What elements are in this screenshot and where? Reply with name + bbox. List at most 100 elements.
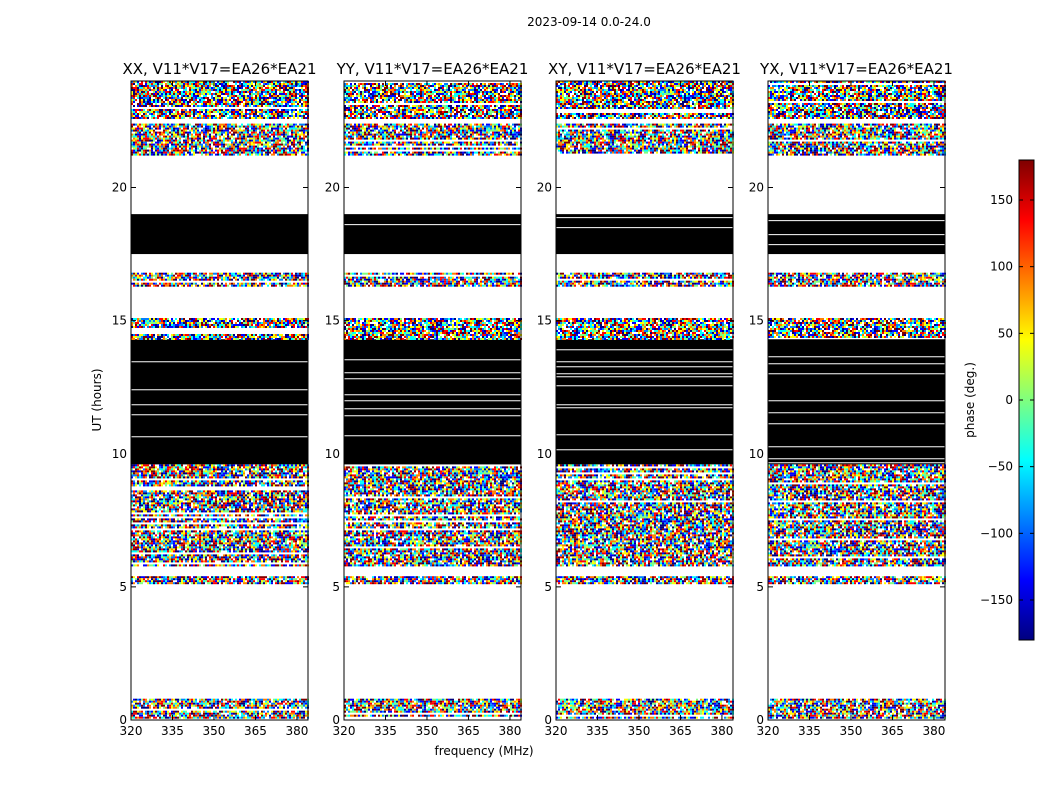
gap-line: [768, 356, 945, 358]
y-tick-label: 5: [119, 580, 127, 594]
gap-line: [768, 363, 945, 365]
gap-line: [131, 414, 308, 416]
gap-line: [344, 224, 521, 226]
y-tick-label: 0: [544, 713, 552, 727]
y-tick-label: 20: [325, 181, 340, 195]
y-tick-label: 15: [537, 314, 552, 328]
x-tick-label: 350: [840, 724, 863, 738]
scatter-band: [768, 698, 946, 719]
y-axis-label: UT (hours): [90, 368, 104, 431]
gap-line: [344, 435, 521, 437]
black-band: [556, 339, 733, 465]
gap-line: [556, 449, 733, 451]
gap-line: [131, 361, 308, 363]
x-tick-label: 335: [374, 724, 397, 738]
gap-line: [556, 376, 733, 378]
y-tick-label: 10: [325, 447, 340, 461]
black-band: [768, 339, 945, 465]
x-tick-label: 380: [922, 724, 945, 738]
gap-line: [768, 234, 945, 236]
gap-line: [344, 378, 521, 380]
gap-line: [556, 407, 733, 409]
x-tick-label: 365: [244, 724, 267, 738]
x-tick-label: 380: [710, 724, 733, 738]
colorbar-tick-label: −150: [980, 593, 1013, 607]
scatter-band: [344, 318, 522, 340]
y-tick-label: 5: [756, 580, 764, 594]
y-tick-label: 0: [332, 713, 340, 727]
gap-line: [131, 404, 308, 406]
gap-line: [131, 389, 308, 391]
x-tick-label: 350: [416, 724, 439, 738]
y-tick-label: 5: [332, 580, 340, 594]
gap-line: [768, 244, 945, 246]
gap-line: [556, 217, 733, 219]
colorbar: 150 100 50 0 −50 −100 −150: [980, 159, 1035, 641]
black-band: [131, 214, 308, 255]
colorbar-tick-label: −50: [988, 460, 1013, 474]
gap-line: [768, 462, 945, 464]
gap-line: [556, 373, 733, 375]
panel-2: XY, V11*V17=EA26*EA21320 335 350 365 3800510…: [537, 60, 741, 738]
panel-title: YX, V11*V17=EA26*EA21: [759, 60, 953, 78]
gap-line: [768, 412, 945, 414]
gap-line: [768, 458, 945, 460]
gap-line: [344, 372, 521, 374]
gap-line: [768, 423, 945, 425]
figure-suptitle: 2023-09-14 0.0-24.0: [527, 15, 651, 29]
y-tick-label: 0: [756, 713, 764, 727]
black-band: [768, 214, 945, 255]
x-tick-label: 350: [203, 724, 226, 738]
gap-line: [768, 220, 945, 222]
colorbar-tick-label: 50: [998, 326, 1013, 340]
x-tick-label: 365: [669, 724, 692, 738]
x-tick-label: 380: [285, 724, 308, 738]
x-tick-label: 350: [628, 724, 651, 738]
y-tick-label: 0: [119, 713, 127, 727]
gap-line: [131, 436, 308, 438]
scatter-band: [556, 318, 734, 340]
black-band: [344, 214, 521, 255]
y-tick-label: 20: [537, 181, 552, 195]
y-tick-label: 15: [749, 314, 764, 328]
y-tick-label: 10: [749, 447, 764, 461]
gap-line: [768, 400, 945, 402]
gap-line: [344, 415, 521, 417]
scatter-band: [556, 576, 734, 585]
panel-title: XX, V11*V17=EA26*EA21: [122, 60, 316, 78]
gap-line: [344, 400, 521, 402]
y-tick-label: 5: [544, 580, 552, 594]
x-tick-label: 335: [586, 724, 609, 738]
gap-line: [768, 446, 945, 448]
gap-line: [344, 359, 521, 361]
gap-line: [556, 366, 733, 368]
x-axis-label: frequency (MHz): [434, 744, 533, 758]
colorbar-tick-label: 0: [1005, 393, 1013, 407]
gap-line: [344, 408, 521, 410]
scatter-band: [768, 81, 946, 119]
gap-line: [556, 349, 733, 351]
figure: 2023-09-14 0.0-24.0 UT (hours) frequency…: [90, 15, 1035, 758]
gap-line: [556, 434, 733, 436]
panels-group: XX, V11*V17=EA26*EA21320 335 350 365 3800510…: [112, 60, 953, 738]
x-tick-label: 380: [498, 724, 521, 738]
gap-line: [556, 385, 733, 387]
panel-3: YX, V11*V17=EA26*EA21320 335 350 365 3800510…: [749, 60, 953, 738]
x-tick-label: 365: [881, 724, 904, 738]
scatter-band: [131, 123, 309, 156]
gap-line: [556, 404, 733, 406]
colorbar-tick-label: 100: [990, 260, 1013, 274]
y-tick-label: 15: [325, 314, 340, 328]
colorbar-tick-label: 150: [990, 193, 1013, 207]
y-tick-label: 10: [112, 447, 127, 461]
black-band: [131, 339, 308, 465]
scatter-band: [768, 123, 946, 156]
y-tick-label: 20: [749, 181, 764, 195]
x-tick-label: 335: [161, 724, 184, 738]
black-band: [344, 339, 521, 465]
x-tick-label: 365: [457, 724, 480, 738]
panel-title: YY, V11*V17=EA26*EA21: [336, 60, 529, 78]
scatter-band: [131, 698, 309, 719]
colorbar-label: phase (deg.): [963, 362, 977, 438]
panel-title: XY, V11*V17=EA26*EA21: [548, 60, 741, 78]
